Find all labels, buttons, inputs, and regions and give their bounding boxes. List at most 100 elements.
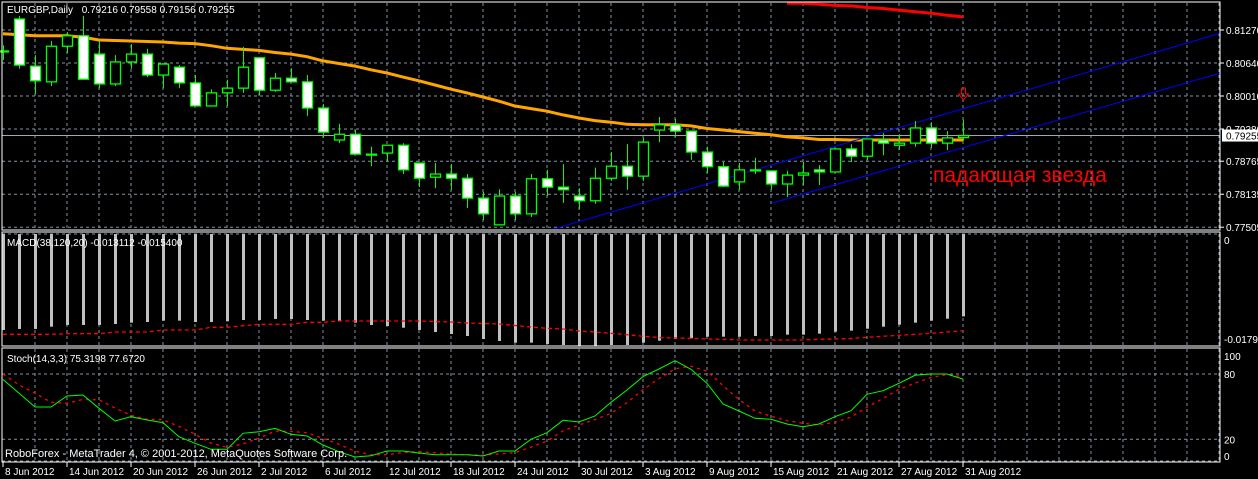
candle-body [125,53,138,63]
macd-histogram-bar [274,234,277,319]
candle-body [445,173,458,179]
candle-body [413,162,426,179]
macd-histogram-bar [226,234,229,322]
price-axis-label: 0.77505 [1226,223,1258,234]
macd-histogram-bar [258,234,261,320]
macd-histogram-bar [754,234,757,337]
candle-body [781,174,794,185]
candle [525,174,538,218]
macd-histogram-bar [786,234,789,335]
macd-histogram-bar [898,234,901,325]
macd-histogram-bar [802,234,805,335]
candle [829,148,842,173]
stoch-title: Stoch(14,3,3) 75.3198 77.6720 [7,354,145,365]
macd-axis-label: 0 [1224,236,1230,247]
candle-body [77,35,90,80]
candle-body [397,144,410,171]
candle-body [365,153,378,156]
candle-body [909,127,922,144]
macd-histogram-bar [770,234,773,337]
time-axis-label: 6 Jul 2012 [325,467,372,478]
macd-histogram-bar [354,234,357,323]
candle-body [189,82,202,107]
macd-histogram-bar [546,234,549,344]
candle-body [701,151,714,168]
macd-histogram-bar [690,234,693,339]
time-axis-label: 21 Aug 2012 [837,467,894,478]
copyright-text: RoboForex - MetaTrader 4, © 2001-2012, M… [5,448,347,460]
candle-body [653,124,666,131]
macd-histogram-bar [706,234,709,337]
annotation-shooting-star: падающая звезда [933,164,1107,187]
candle-body [797,172,810,176]
candle-body [349,133,362,155]
candle [253,57,266,95]
current-price-label: 0.79255 [1226,132,1258,143]
macd-histogram-bar [738,234,741,337]
time-axis-label: 14 Jun 2012 [69,467,124,478]
macd-histogram-bar [418,234,421,330]
candle-body [957,134,970,139]
time-axis-label: 20 Jun 2012 [133,467,188,478]
macd-histogram-bar [386,234,389,327]
candle-body [285,77,298,83]
macd-histogram-bar [514,234,517,343]
time-axis-label: 26 Jun 2012 [197,467,252,478]
chart-header: EURGBP,Daily 0.79216 0.79558 0.79156 0.7… [7,5,235,16]
macd-histogram-bar [338,234,341,322]
macd-histogram-bar [850,234,853,331]
candle-body [205,92,218,107]
candle-body [93,53,106,85]
time-axis-label: 9 Aug 2012 [709,467,760,478]
candle-body [573,195,586,202]
candle-body [829,148,842,173]
time-axis-label: 3 Aug 2012 [645,467,696,478]
macd-histogram-bar [914,234,917,323]
stoch-axis-label: 0 [1224,452,1230,463]
candle-body [333,133,346,141]
macd-histogram-bar [322,234,325,321]
time-axis-label: 24 Jul 2012 [517,467,569,478]
macd-histogram-bar [818,234,821,334]
candle-body [0,50,10,53]
candle-body [237,66,250,89]
candle-body [749,169,762,172]
time-axis-label: 27 Aug 2012 [901,467,958,478]
candle-body [525,178,538,215]
macd-axis-label: -0.01798 [1224,335,1258,346]
candle-body [589,177,602,202]
stoch-axis-label: 100 [1224,352,1241,363]
candle-body [509,195,522,215]
macd-histogram-bar [450,234,453,334]
candle [349,130,362,155]
candle [637,137,650,181]
candle-body [141,53,154,76]
time-axis-label: 15 Aug 2012 [773,467,830,478]
candle-body [301,81,314,109]
candle-body [893,142,906,146]
macd-histogram-bar [242,234,245,320]
candle [397,143,410,175]
candle-body [253,57,266,91]
time-axis-label: 12 Jul 2012 [389,467,441,478]
macd-histogram-bar [626,234,629,345]
candle [13,15,26,69]
macd-histogram-bar [578,234,581,346]
stoch-axis-label: 80 [1224,370,1236,381]
time-axis-label: 18 Jul 2012 [453,467,505,478]
candle-body [109,61,122,85]
macd-histogram-bar [674,234,677,340]
macd-histogram-bar [962,234,965,317]
macd-histogram-bar [402,234,405,328]
metatrader-chart[interactable]: 0.812700.806400.800100.793800.787650.781… [0,0,1258,479]
macd-histogram-bar [210,234,213,322]
macd-histogram-bar [370,234,373,326]
candle-body [381,144,394,154]
time-axis-label: 30 Jul 2012 [581,467,633,478]
candle-body [221,87,234,94]
candle-body [269,77,282,91]
price-axis-label: 0.78135 [1226,190,1258,201]
macd-histogram-bar [882,234,885,327]
candle-body [61,35,74,47]
candle-body [941,137,954,144]
